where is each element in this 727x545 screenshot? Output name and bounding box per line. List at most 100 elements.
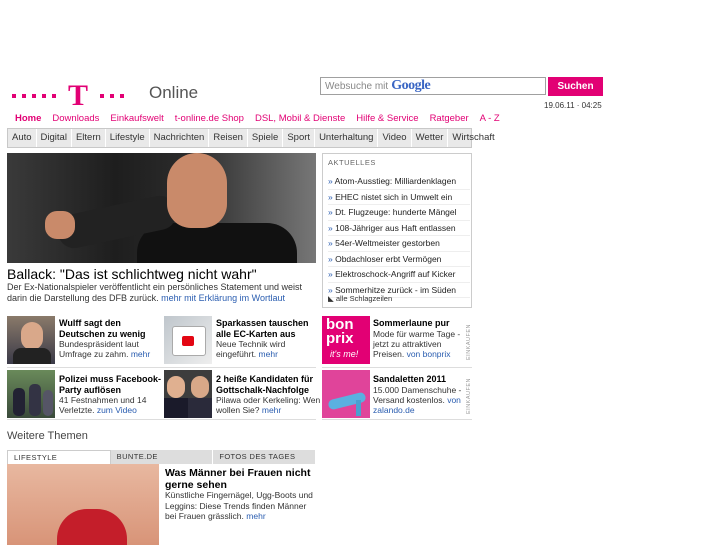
bonprix-slogan: it's me! [330, 349, 359, 359]
tab-fotos[interactable]: FOTOS DES TAGES [213, 450, 317, 464]
aktuelles-box: AKTUELLES Atom-Ausstieg: Milliardenklage… [322, 153, 472, 308]
headline-item[interactable]: Atom-Ausstieg: Milliardenklagen [328, 174, 470, 190]
logo-dot [120, 94, 125, 98]
search-placeholder: Websuche mit [325, 80, 389, 92]
tab-bunte[interactable]: BUNTE.DE [110, 450, 214, 464]
divider [7, 367, 316, 368]
divider [322, 367, 472, 368]
all-headlines-link[interactable]: ◣ alle Schlagzeilen [328, 294, 392, 303]
nav-ratgeber[interactable]: Ratgeber [430, 113, 469, 124]
all-headlines-label: alle Schlagzeilen [335, 294, 393, 303]
ad-title[interactable]: Sandaletten 2011 [373, 374, 477, 385]
einkaufen-label: EINKAUFEN [466, 324, 472, 360]
lifestyle-more-link[interactable]: mehr [246, 511, 265, 521]
einkaufen-label: EINKAUFEN [466, 378, 472, 414]
category-bar: Auto Digital Eltern Lifestyle Nachrichte… [7, 128, 495, 148]
category-nachrichten[interactable]: Nachrichten [150, 129, 210, 147]
category-wirtschaft[interactable]: Wirtschaft [448, 129, 498, 147]
headline-item[interactable]: EHEC nistet sich in Umwelt ein [328, 190, 470, 205]
logo-dot [22, 94, 26, 98]
aktuelles-heading: AKTUELLES [328, 158, 376, 167]
bonprix-logo-text-2: prix [326, 330, 354, 347]
logo-dot [32, 94, 36, 98]
headline-item[interactable]: Obdachloser erbt Vermögen [328, 252, 470, 267]
hero-face [167, 153, 227, 228]
nav-home[interactable]: Home [15, 113, 41, 124]
teaser-title[interactable]: 2 heiße Kandidaten für Gottschalk-Nachfo… [216, 374, 320, 395]
hero-title[interactable]: Ballack: "Das ist schlichtweg nicht wahr… [7, 266, 257, 282]
lifestyle-body: Künstliche Fingernägel, Ugg-Boots und Le… [165, 490, 313, 521]
nav-einkaufswelt[interactable]: Einkaufswelt [110, 113, 163, 124]
telekom-logo[interactable]: T [12, 79, 125, 112]
teaser-text: Neue Technik wird eingeführt. mehr [216, 339, 326, 359]
teaser-more-link[interactable]: zum Video [97, 405, 137, 415]
logo-dot [110, 94, 115, 98]
logo-t: T [68, 79, 89, 112]
bonprix-logo[interactable]: bon prix it's me! [322, 316, 370, 364]
lifestyle-text: Künstliche Fingernägel, Ugg-Boots und Le… [165, 490, 315, 522]
search-input[interactable]: Websuche mit Google [320, 77, 546, 95]
nav-downloads[interactable]: Downloads [52, 113, 99, 124]
nav-hilfe[interactable]: Hilfe & Service [356, 113, 418, 124]
nav-az[interactable]: A - Z [480, 113, 500, 124]
brand-text: Online [149, 83, 199, 102]
triangle-icon: ◣ [328, 294, 336, 303]
weitere-heading: Weitere Themen [7, 430, 88, 442]
headline-item[interactable]: Dt. Flugzeuge: hunderte Mängel [328, 205, 470, 221]
sandal-image[interactable] [322, 370, 370, 418]
category-lifestyle[interactable]: Lifestyle [106, 129, 150, 147]
divider [7, 419, 316, 420]
lifestyle-title[interactable]: Was Männer bei Frauen nicht gerne sehen [165, 467, 315, 491]
ad-text: Mode für warme Tage - jetzt zu attraktiv… [373, 329, 465, 359]
category-sport[interactable]: Sport [283, 129, 316, 147]
category-reisen[interactable]: Reisen [209, 129, 248, 147]
category-digital[interactable]: Digital [37, 129, 72, 147]
category-video[interactable]: Video [378, 129, 412, 147]
ad-text: 15.000 Damenschuhe - Versand kostenlos. … [373, 385, 465, 415]
teaser-body: Bundespräsident laut Umfrage zu zahm. [59, 339, 139, 359]
hero-fist [45, 211, 75, 239]
ad-title[interactable]: Sommerlaune pur [373, 318, 477, 329]
teaser-text: Pilawa oder Kerkeling: Wen wollen Sie? m… [216, 395, 326, 415]
headline-item[interactable]: 54er-Weltmeister gestorben [328, 236, 470, 252]
ad-more-link[interactable]: von bonprix [407, 349, 451, 359]
teaser-thumbnail[interactable] [7, 316, 55, 364]
logo-dot [52, 94, 56, 98]
teaser-thumbnail[interactable] [164, 370, 212, 418]
datetime: 19.06.11 · 04:25 [544, 101, 602, 110]
teaser-text: 41 Festnahmen und 14 Verletzte. zum Vide… [59, 395, 169, 415]
teaser-title[interactable]: Polizei muss Facebook-Party auflösen [59, 374, 163, 395]
top-navigation: Home Downloads Einkaufswelt t-online.de … [15, 113, 500, 124]
category-auto[interactable]: Auto [8, 129, 37, 147]
headline-item[interactable]: 108-Jähriger aus Haft entlassen [328, 221, 470, 236]
search-button[interactable]: Suchen [548, 77, 603, 96]
teaser-more-link[interactable]: mehr [262, 405, 281, 415]
nav-dsl[interactable]: DSL, Mobil & Dienste [255, 113, 345, 124]
logo-dot [42, 94, 46, 98]
lifestyle-image[interactable] [7, 464, 159, 545]
hero-image[interactable] [7, 153, 316, 263]
aktuelles-list: Atom-Ausstieg: Milliardenklagen EHEC nis… [328, 174, 470, 298]
category-wetter[interactable]: Wetter [412, 129, 449, 147]
hero-more-link[interactable]: mehr mit Erklärung im Wortlaut [161, 293, 285, 303]
teaser-more-link[interactable]: mehr [131, 349, 150, 359]
logo-dot [12, 94, 16, 98]
nav-shop[interactable]: t-online.de Shop [175, 113, 244, 124]
teaser-title[interactable]: Sparkassen tauschen alle EC-Karten aus [216, 318, 320, 339]
teaser-text: Bundespräsident laut Umfrage zu zahm. me… [59, 339, 169, 359]
headline-item[interactable]: Elektroschock-Angriff auf Kicker [328, 267, 470, 283]
google-logo: Google [391, 78, 431, 93]
category-eltern[interactable]: Eltern [72, 129, 106, 147]
themen-tabs: LIFESTYLE BUNTE.DE FOTOS DES TAGES [7, 450, 317, 464]
lifestyle-image-detail [57, 509, 127, 545]
teaser-thumbnail[interactable] [7, 370, 55, 418]
logo-dot [100, 94, 105, 98]
teaser-thumbnail[interactable] [164, 316, 212, 364]
hero-text: Der Ex-Nationalspieler veröffentlicht ei… [7, 282, 317, 304]
divider [322, 419, 472, 420]
teaser-more-link[interactable]: mehr [259, 349, 278, 359]
tab-lifestyle[interactable]: LIFESTYLE [7, 450, 111, 464]
category-spiele[interactable]: Spiele [248, 129, 284, 147]
category-unterhaltung[interactable]: Unterhaltung [315, 129, 379, 147]
teaser-title[interactable]: Wulff sagt den Deutschen zu wenig [59, 318, 163, 339]
